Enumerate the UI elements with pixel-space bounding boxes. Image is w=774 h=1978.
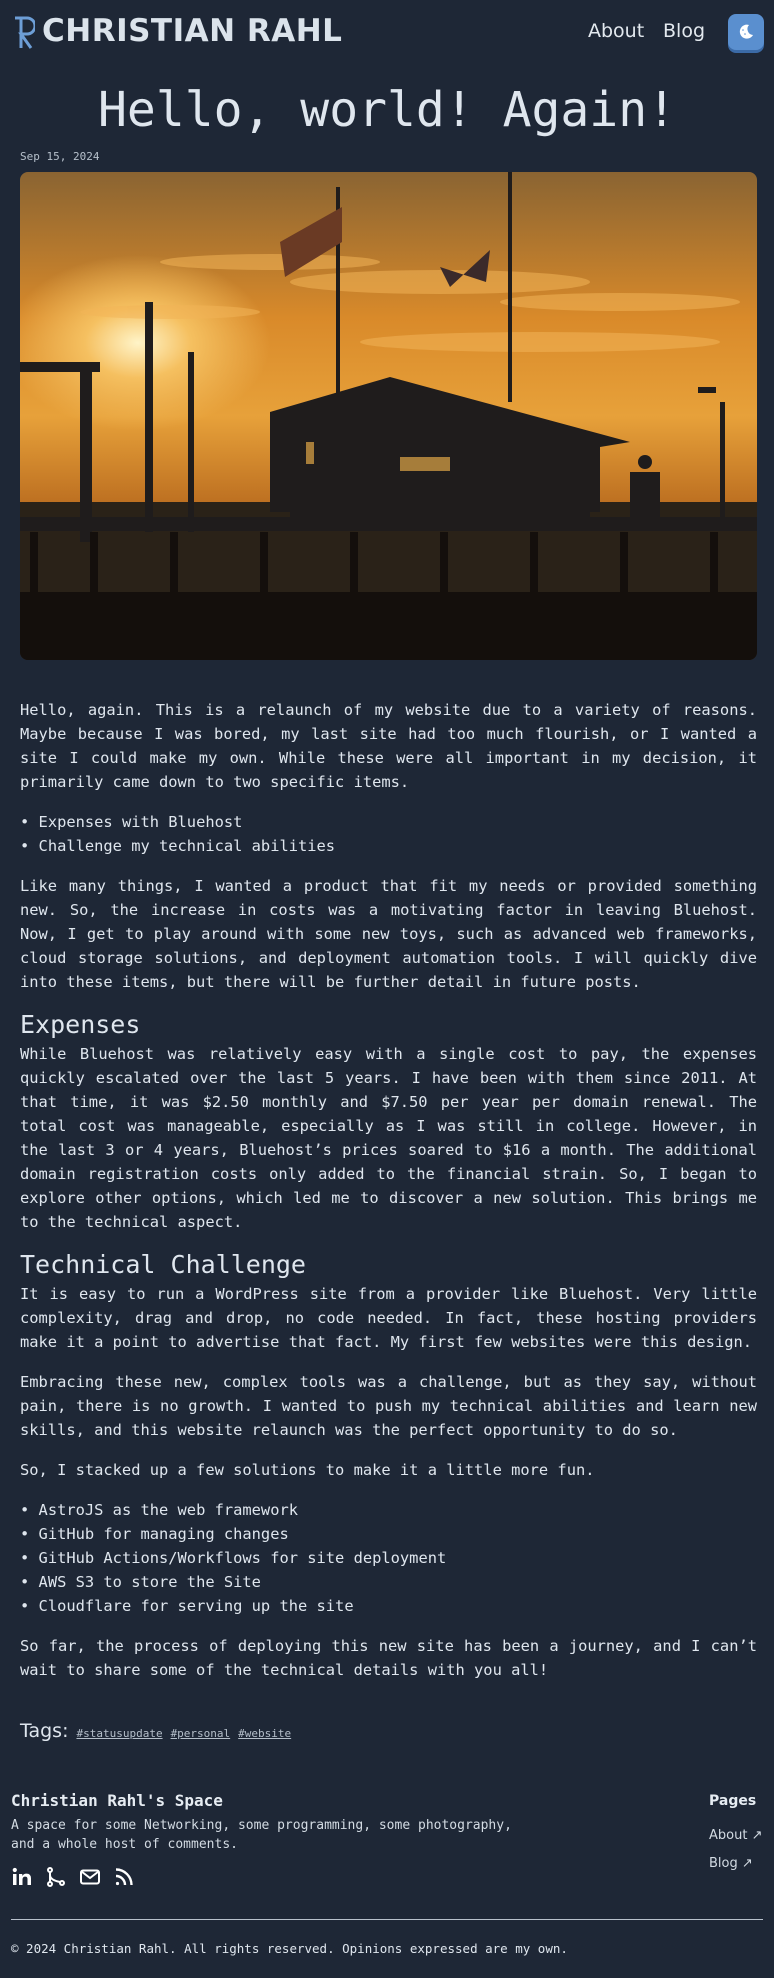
footer-divider bbox=[11, 1919, 763, 1920]
tags-label: Tags: bbox=[20, 1720, 69, 1742]
footer-pages-heading: Pages bbox=[709, 1793, 757, 1809]
list-item: Challenge my technical abilities bbox=[20, 834, 757, 858]
post-paragraph: So far, the process of deploying this ne… bbox=[20, 1637, 757, 1679]
post-paragraph: Hello, again. This is a relaunch of my w… bbox=[20, 701, 757, 791]
list-item: GitHub for managing changes bbox=[20, 1522, 757, 1546]
list-item: GitHub Actions/Workflows for site deploy… bbox=[20, 1546, 757, 1570]
tags-row: Tags: #statusupdate #personal #website bbox=[20, 1720, 291, 1742]
moon-icon bbox=[739, 24, 753, 39]
section-heading-expenses: Expenses bbox=[20, 1010, 141, 1039]
logo-icon[interactable] bbox=[13, 16, 35, 50]
footer-title: Christian Rahl's Space bbox=[11, 1791, 223, 1810]
post-paragraph: While Bluehost was relatively easy with … bbox=[20, 1045, 757, 1231]
social-links bbox=[11, 1866, 135, 1888]
post-paragraph: Like many things, I wanted a product tha… bbox=[20, 877, 757, 991]
list-item: AWS S3 to store the Site bbox=[20, 1570, 757, 1594]
nav-blog[interactable]: Blog bbox=[663, 20, 705, 42]
footer-description: A space for some Networking, some progra… bbox=[11, 1818, 512, 1852]
post-paragraph: So, I stacked up a few solutions to make… bbox=[20, 1461, 595, 1479]
linkedin-icon[interactable] bbox=[11, 1866, 33, 1888]
tag-link[interactable]: #website bbox=[238, 1727, 291, 1740]
list-item: Cloudflare for serving up the site bbox=[20, 1594, 757, 1618]
post-paragraph: Embracing these new, complex tools was a… bbox=[20, 1373, 757, 1439]
nav-about[interactable]: About bbox=[588, 20, 644, 42]
tag-link[interactable]: #statusupdate bbox=[76, 1727, 162, 1740]
list-item: AstroJS as the web framework bbox=[20, 1498, 757, 1522]
git-icon[interactable] bbox=[45, 1866, 67, 1888]
site-title[interactable]: CHRISTIAN RAHL bbox=[42, 13, 342, 49]
post-body: Hello, again. This is a relaunch of my w… bbox=[20, 698, 757, 1698]
footer-link-blog[interactable]: Blog ↗ bbox=[709, 1856, 753, 1871]
reasons-list: Expenses with Bluehost Challenge my tech… bbox=[20, 810, 757, 858]
footer-link-about[interactable]: About ↗ bbox=[709, 1828, 762, 1843]
post-date: Sep 15, 2024 bbox=[20, 150, 100, 163]
hero-image bbox=[20, 172, 757, 660]
rss-icon[interactable] bbox=[113, 1866, 135, 1888]
mail-icon[interactable] bbox=[79, 1866, 101, 1888]
section-heading-technical: Technical Challenge bbox=[20, 1250, 306, 1279]
post-paragraph: It is easy to run a WordPress site from … bbox=[20, 1285, 757, 1351]
site-header: CHRISTIAN RAHL About Blog bbox=[0, 0, 774, 66]
theme-toggle-button[interactable] bbox=[728, 14, 764, 50]
stack-list: AstroJS as the web framework GitHub for … bbox=[20, 1498, 757, 1618]
page-title: Hello, world! Again! bbox=[98, 82, 676, 138]
list-item: Expenses with Bluehost bbox=[20, 810, 757, 834]
copyright-text: © 2024 Christian Rahl. All rights reserv… bbox=[11, 1941, 568, 1956]
tag-link[interactable]: #personal bbox=[171, 1727, 231, 1740]
